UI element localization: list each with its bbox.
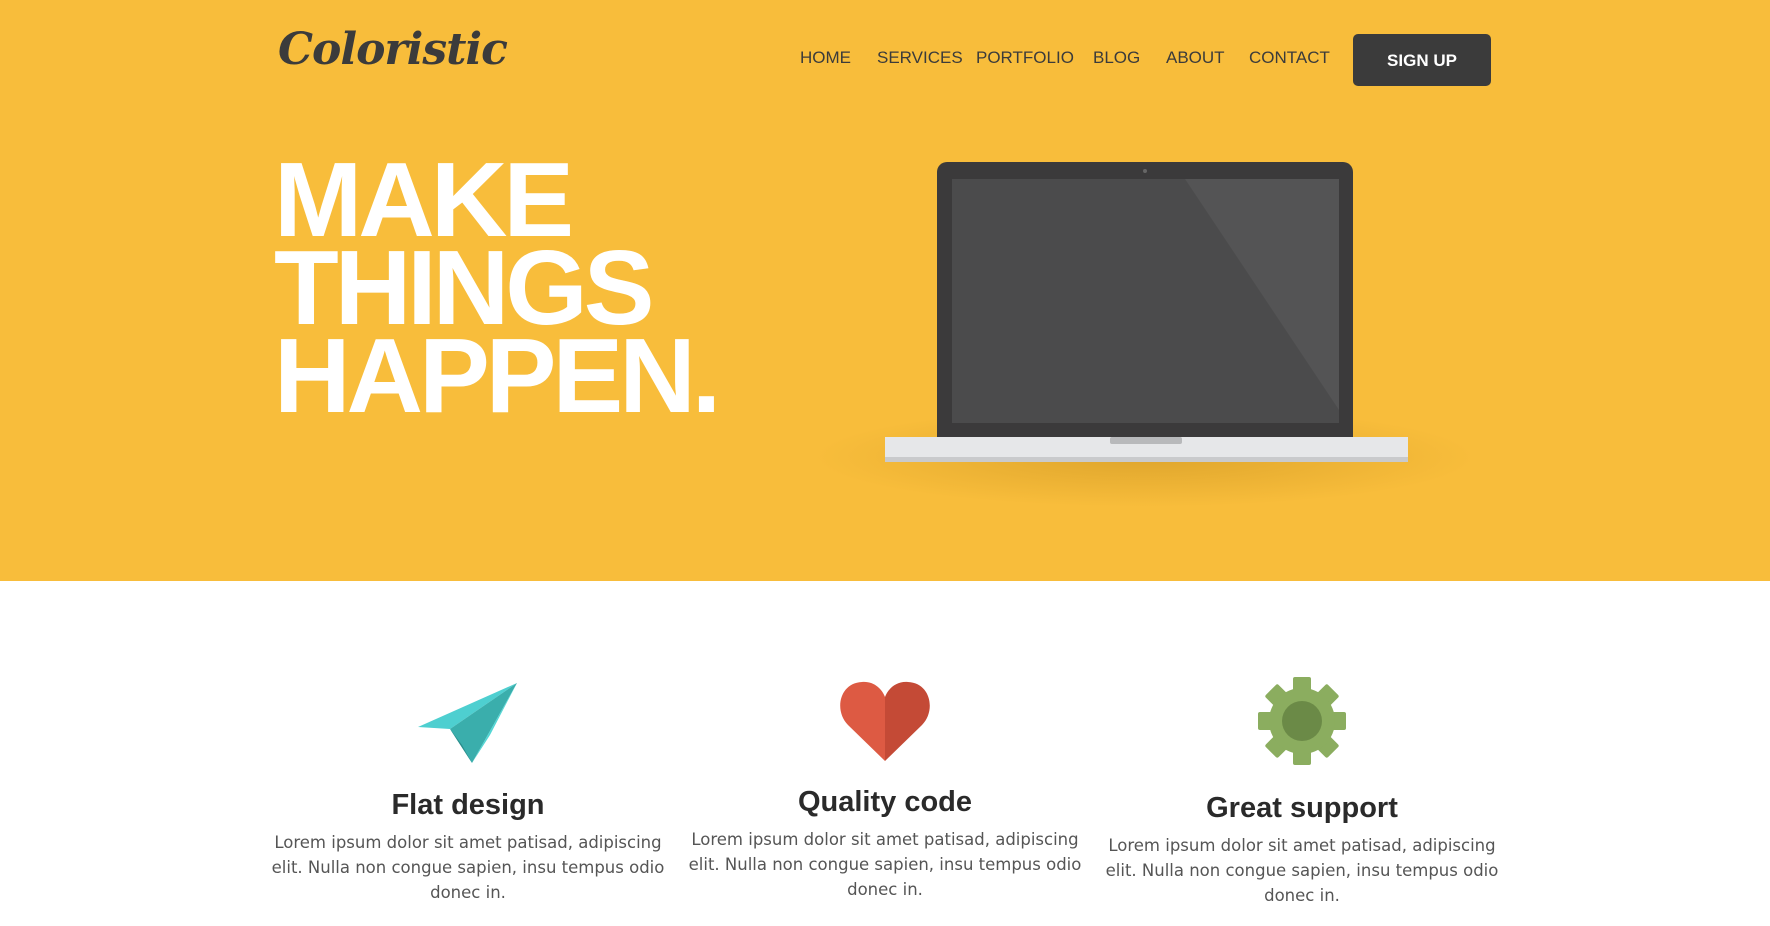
main-nav: HOME SERVICES PORTFOLIO BLOG ABOUT CONTA…	[0, 0, 1770, 120]
feature-title: Great support	[1206, 792, 1398, 824]
feature-text: Lorem ipsum dolor sit amet patisad, adip…	[1105, 836, 1499, 905]
feature-text: Lorem ipsum dolor sit amet patisad, adip…	[688, 830, 1082, 899]
feature-great-support: Great support Lorem ipsum dolor sit amet…	[1102, 675, 1502, 908]
gear-icon	[1258, 677, 1346, 765]
feature-text: Lorem ipsum dolor sit amet patisad, adip…	[271, 833, 665, 902]
nav-blog[interactable]: BLOG	[1093, 48, 1140, 68]
paper-plane-icon	[418, 683, 517, 763]
laptop-camera	[1143, 169, 1147, 173]
nav-about[interactable]: ABOUT	[1166, 48, 1225, 68]
heart-icon	[840, 681, 930, 761]
laptop-illustration	[815, 162, 1475, 507]
laptop-notch	[1110, 437, 1182, 444]
hero-section: Coloristic HOME SERVICES PORTFOLIO BLOG …	[0, 0, 1770, 581]
feature-quality-code: Quality code Lorem ipsum dolor sit amet …	[685, 675, 1085, 902]
nav-services[interactable]: SERVICES	[877, 48, 963, 68]
nav-contact[interactable]: CONTACT	[1249, 48, 1330, 68]
nav-home[interactable]: HOME	[800, 48, 851, 68]
nav-portfolio[interactable]: PORTFOLIO	[976, 48, 1074, 68]
headline-line-3: HAPPEN.	[274, 317, 721, 435]
feature-flat-design: Flat design Lorem ipsum dolor sit amet p…	[268, 675, 668, 905]
sign-up-button[interactable]: SIGN UP	[1353, 34, 1491, 86]
feature-title: Quality code	[797, 786, 973, 818]
hero-headline: MAKE THINGS HAPPEN.	[274, 147, 721, 435]
feature-title: Flat design	[391, 789, 545, 821]
laptop-base-edge	[885, 457, 1408, 462]
